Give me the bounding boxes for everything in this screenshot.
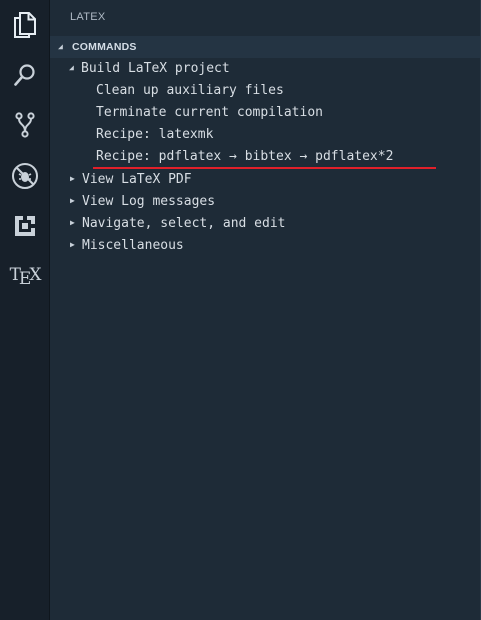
tree-item-label: Miscellaneous (82, 237, 184, 253)
activity-debug[interactable] (0, 153, 50, 199)
tree-item-recipe-latexmk[interactable]: Recipe: latexmk (50, 123, 480, 145)
collapse-icon: ◢ (58, 42, 63, 51)
tree-item-label: Recipe: latexmk (96, 126, 214, 142)
tree-item-clean-up-auxiliary-files[interactable]: Clean up auxiliary files (50, 79, 480, 101)
tree-item-label: Clean up auxiliary files (96, 82, 284, 98)
latex-sidebar: LATEX ◢ COMMANDS ◢ Build LaTeX project C… (50, 0, 481, 620)
tree-item-label: Build LaTeX project (81, 60, 230, 76)
tree-item-build-latex-project[interactable]: ◢ Build LaTeX project (50, 57, 480, 79)
tree-item-miscellaneous[interactable]: ▶ Miscellaneous (50, 234, 480, 256)
tex-icon: TEX (9, 264, 42, 289)
collapsed-chevron-icon: ▶ (70, 196, 75, 205)
tree-item-recipe-pdflatex-bibtex[interactable]: Recipe: pdflatex → bibtex → pdflatex*2 (50, 145, 480, 167)
commands-section-header[interactable]: ◢ COMMANDS (50, 36, 480, 58)
source-control-icon (14, 112, 36, 138)
tree-item-label: Recipe: pdflatex → bibtex → pdflatex*2 (96, 148, 394, 164)
tree-item-label: Navigate, select, and edit (82, 215, 286, 231)
tree-item-label: View LaTeX PDF (82, 171, 192, 187)
tree-item-terminate-compilation[interactable]: Terminate current compilation (50, 101, 480, 123)
tree-item-view-log-messages[interactable]: ▶ View Log messages (50, 190, 480, 212)
activity-source-control[interactable] (0, 102, 50, 148)
collapsed-chevron-icon: ▶ (70, 240, 75, 249)
activity-explorer[interactable] (0, 2, 50, 48)
tree-item-navigate-select-edit[interactable]: ▶ Navigate, select, and edit (50, 212, 480, 234)
activity-extensions[interactable] (0, 203, 50, 249)
debug-icon (11, 162, 39, 190)
activity-search[interactable] (0, 52, 50, 98)
collapsed-chevron-icon: ▶ (70, 218, 75, 227)
tree-item-label: View Log messages (82, 193, 216, 209)
files-icon (13, 12, 37, 38)
activity-tex[interactable]: TEX (0, 252, 50, 298)
vscode-window: TEX LATEX ◢ COMMANDS ◢ Build LaTeX proje… (0, 0, 481, 620)
collapsed-chevron-icon: ▶ (70, 174, 75, 183)
extensions-icon (13, 214, 37, 238)
tree-item-label: Terminate current compilation (96, 104, 323, 120)
search-icon (13, 63, 37, 87)
tree-item-view-latex-pdf[interactable]: ▶ View LaTeX PDF (50, 168, 480, 190)
section-label: COMMANDS (72, 41, 137, 53)
expanded-chevron-icon: ◢ (69, 63, 74, 72)
sidebar-title: LATEX (70, 11, 106, 23)
activity-bar: TEX (0, 0, 50, 620)
